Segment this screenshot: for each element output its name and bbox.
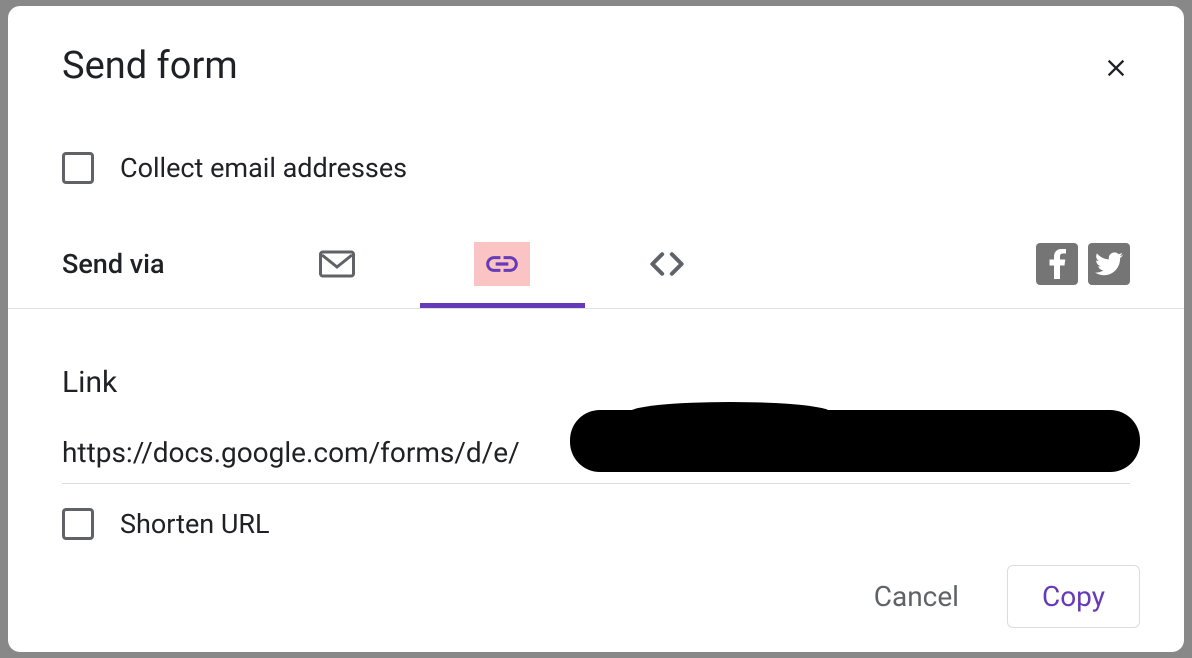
send-form-dialog: Send form Collect email addresses Send v… [8,6,1184,652]
embed-icon [647,251,687,277]
dialog-header: Send form [8,6,1184,92]
tab-underline [420,303,585,308]
cancel-button[interactable]: Cancel [846,566,987,627]
link-input-container [62,436,1130,484]
close-icon [1102,54,1130,82]
shorten-url-label: Shorten URL [120,508,270,540]
collect-emails-row: Collect email addresses [8,92,1184,184]
tab-email[interactable] [255,236,420,292]
facebook-icon [1046,249,1068,279]
shorten-url-checkbox[interactable] [62,508,94,540]
send-via-row: Send via [8,184,1184,292]
twitter-icon [1095,252,1123,276]
social-share-group [1036,243,1130,285]
link-icon [483,254,521,274]
send-via-label: Send via [62,248,165,280]
tab-link[interactable] [420,236,585,292]
dialog-title: Send form [62,44,238,88]
link-section: Link [8,309,1184,484]
share-facebook-button[interactable] [1036,243,1078,285]
link-section-label: Link [62,365,1130,400]
collect-emails-checkbox[interactable] [62,152,94,184]
dialog-footer: Cancel Copy [8,545,1184,652]
copy-button[interactable]: Copy [1007,565,1140,628]
tab-embed[interactable] [585,236,750,292]
shorten-url-row: Shorten URL [8,484,1184,540]
send-via-tabs [255,236,750,292]
share-twitter-button[interactable] [1088,243,1130,285]
close-button[interactable] [1096,48,1136,92]
collect-emails-label: Collect email addresses [120,152,407,184]
redacted-area [570,410,1140,472]
email-icon [319,250,355,278]
